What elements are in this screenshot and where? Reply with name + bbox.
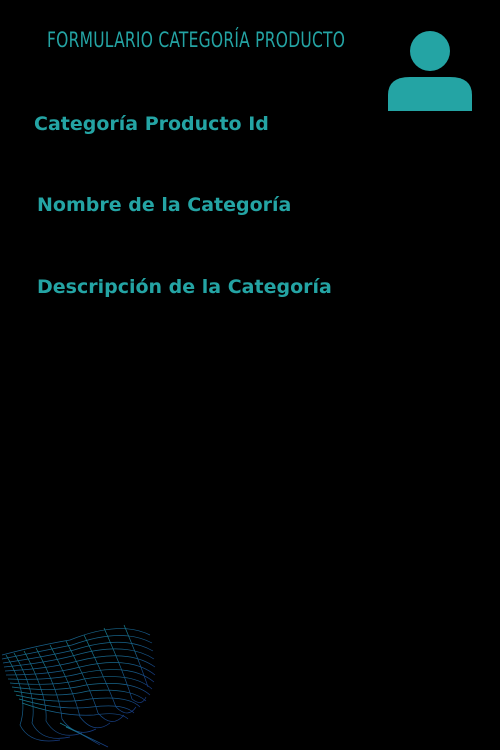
field-label-category-id: Categoría Producto Id (34, 113, 269, 135)
user-avatar-icon (388, 31, 472, 111)
wave-mesh-decoration (1, 624, 156, 748)
field-label-category-name: Nombre de la Categoría (37, 194, 292, 216)
field-label-category-description: Descripción de la Categoría (37, 276, 332, 298)
form-title: FORMULARIO CATEGORÍA PRODUCTO (47, 28, 346, 52)
